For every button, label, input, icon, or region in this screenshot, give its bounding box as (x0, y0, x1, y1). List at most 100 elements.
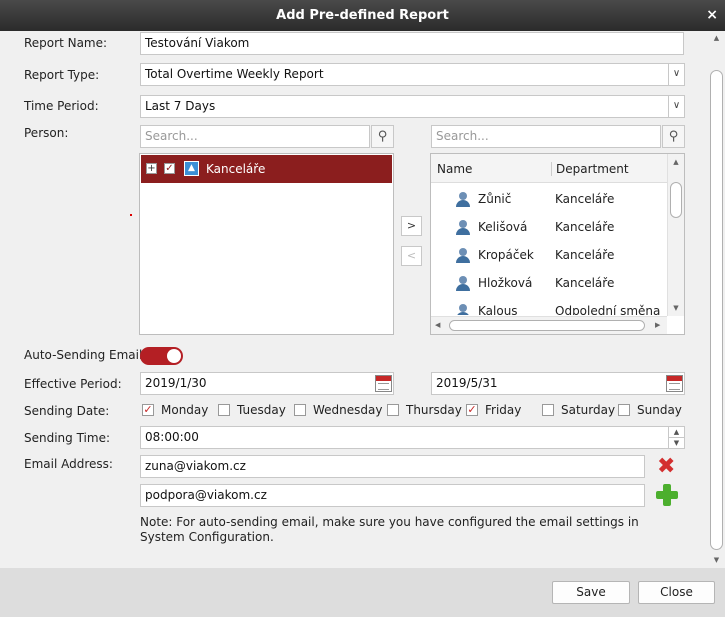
person-department: Kanceláře (555, 276, 615, 290)
person-icon (455, 304, 471, 315)
move-left-button[interactable]: < (401, 246, 422, 266)
report-type-value: Total Overtime Weekly Report (145, 67, 324, 81)
organization-tree: + ✓ ▲ Kanceláře (139, 153, 394, 335)
search-icon[interactable]: ⚲ (371, 125, 394, 148)
time-period-select[interactable]: Last 7 Days ∨ (140, 95, 685, 118)
day-label: Sunday (637, 403, 682, 417)
scroll-thumb[interactable] (710, 70, 723, 550)
scroll-up-icon[interactable]: ▲ (668, 158, 684, 166)
report-name-input[interactable]: Testování Viakom (140, 32, 684, 55)
report-type-select[interactable]: Total Overtime Weekly Report ∨ (140, 63, 685, 86)
person-icon (455, 192, 471, 208)
sending-date-label: Sending Date: (24, 404, 110, 418)
person-department: Kanceláře (555, 192, 615, 206)
scroll-up-icon[interactable]: ▲ (708, 34, 725, 42)
tree-item-checkbox[interactable]: ✓ (164, 163, 175, 174)
scroll-down-icon[interactable]: ▼ (708, 556, 725, 564)
scroll-down-icon[interactable]: ▼ (668, 304, 684, 312)
person-label: Person: (24, 126, 69, 140)
checkbox[interactable] (294, 404, 306, 416)
auto-sending-label: Auto-Sending Email (24, 348, 143, 362)
person-name: Zůnič (478, 192, 512, 206)
list-horizontal-scrollbar[interactable]: ◀ ▶ (431, 316, 667, 334)
person-search-input-left[interactable]: Search... (140, 125, 370, 148)
list-item[interactable]: Kropáček Kanceláře (431, 241, 667, 269)
tree-item-kancelare[interactable]: + ✓ ▲ Kanceláře (141, 155, 392, 183)
list-item[interactable]: Hložková Kanceláře (431, 269, 667, 297)
chevron-down-icon[interactable]: ∨ (668, 64, 684, 85)
scroll-thumb[interactable] (449, 320, 645, 331)
add-icon[interactable] (656, 484, 678, 506)
checkbox[interactable]: ✓ (142, 404, 154, 416)
person-name: Kalous (478, 304, 518, 315)
effective-end-input[interactable]: 2019/5/31 (431, 372, 685, 395)
checkbox[interactable] (387, 404, 399, 416)
save-button[interactable]: Save (552, 581, 630, 604)
expand-icon[interactable]: + (146, 163, 157, 174)
sending-time-label: Sending Time: (24, 431, 111, 445)
column-header-department[interactable]: Department (551, 162, 629, 176)
move-right-button[interactable]: > (401, 216, 422, 236)
person-icon (455, 276, 471, 292)
close-button[interactable]: Close (638, 581, 715, 604)
marker-dot (130, 214, 132, 216)
person-name: Hložková (478, 276, 533, 290)
person-icon (455, 248, 471, 264)
list-item[interactable]: Zůnič Kanceláře (431, 185, 667, 213)
dialog-content: Report Name: Testování Viakom Report Typ… (0, 31, 725, 568)
chevron-down-icon[interactable]: ∨ (668, 96, 684, 117)
day-label: Wednesday (313, 403, 383, 417)
close-icon[interactable]: × (706, 0, 718, 31)
time-period-value: Last 7 Days (145, 99, 216, 113)
person-icon (455, 220, 471, 236)
person-search-input-right[interactable]: Search... (431, 125, 661, 148)
person-department: Kanceláře (555, 248, 615, 262)
sending-time-input[interactable]: 08:00:00 ▲ ▼ (140, 426, 685, 449)
effective-end-value: 2019/5/31 (436, 376, 498, 390)
email-field[interactable]: zuna@viakom.cz (140, 455, 645, 478)
list-vertical-scrollbar[interactable]: ▲ ▼ (667, 154, 684, 316)
scroll-thumb[interactable] (670, 182, 682, 218)
calendar-icon[interactable] (666, 375, 683, 392)
sending-time-value: 08:00:00 (145, 430, 199, 444)
increment-icon[interactable]: ▲ (668, 427, 684, 438)
email-address-label: Email Address: (24, 457, 113, 471)
list-header: Name Department (431, 154, 667, 183)
selected-person-list: Name Department Zůnič Kanceláře Kelišová… (430, 153, 685, 335)
dialog-titlebar: Add Pre-defined Report × (0, 0, 725, 31)
checkbox[interactable] (542, 404, 554, 416)
tree-item-label: Kanceláře (206, 162, 266, 176)
delete-icon[interactable]: ✖ (657, 456, 675, 478)
day-label: Thursday (406, 403, 462, 417)
search-icon[interactable]: ⚲ (662, 125, 685, 148)
time-period-label: Time Period: (24, 99, 99, 113)
decrement-icon[interactable]: ▼ (668, 438, 684, 448)
scroll-right-icon[interactable]: ▶ (655, 321, 660, 329)
auto-sending-toggle[interactable] (140, 347, 183, 365)
list-item[interactable]: Kelišová Kanceláře (431, 213, 667, 241)
checkbox[interactable]: ✓ (466, 404, 478, 416)
column-header-name[interactable]: Name (437, 162, 472, 176)
person-department: Odpolední směna (555, 304, 661, 315)
scroll-left-icon[interactable]: ◀ (435, 321, 440, 329)
day-label: Tuesday (237, 403, 286, 417)
day-label: Monday (161, 403, 209, 417)
auto-sending-note: Note: For auto-sending email, make sure … (140, 515, 639, 544)
checkbox[interactable] (218, 404, 230, 416)
email-field[interactable]: podpora@viakom.cz (140, 484, 645, 507)
day-label: Friday (485, 403, 522, 417)
effective-start-input[interactable]: 2019/1/30 (140, 372, 394, 395)
report-name-label: Report Name: (24, 36, 108, 50)
list-item[interactable]: Kalous Odpolední směna (431, 297, 667, 315)
calendar-icon[interactable] (375, 375, 392, 392)
checkbox[interactable] (618, 404, 630, 416)
person-name: Kelišová (478, 220, 528, 234)
person-department: Kanceláře (555, 220, 615, 234)
dialog-footer: Save Close (0, 568, 725, 617)
effective-period-label: Effective Period: (24, 377, 122, 391)
effective-start-value: 2019/1/30 (145, 376, 207, 390)
dialog-title: Add Pre-defined Report (276, 8, 449, 23)
dialog-vertical-scrollbar[interactable]: ▲ ▼ (708, 31, 725, 568)
report-type-label: Report Type: (24, 68, 100, 82)
toggle-knob (167, 349, 181, 363)
